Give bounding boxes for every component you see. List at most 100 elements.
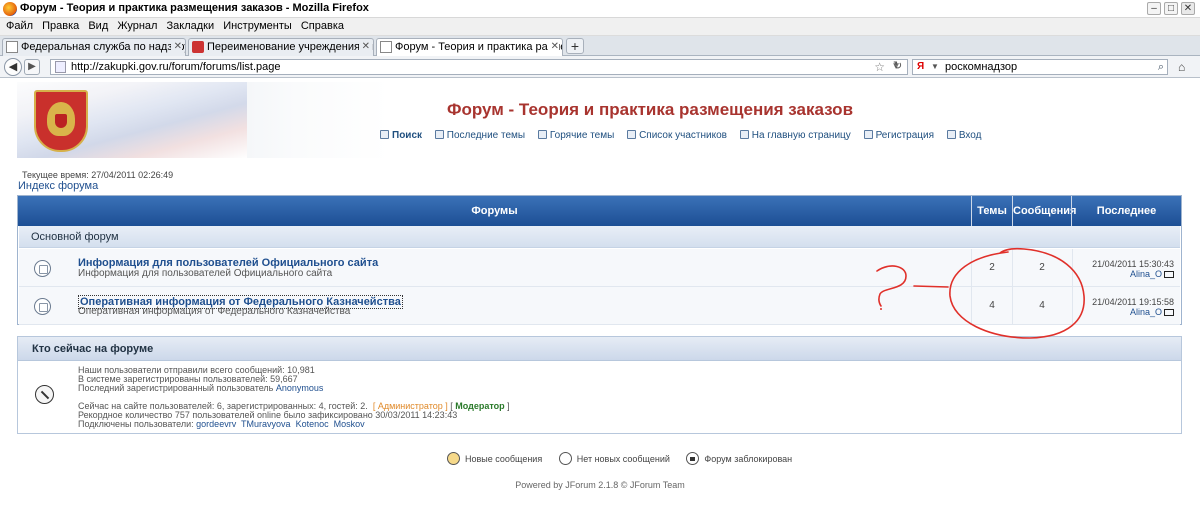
nav-hot[interactable]: Горячие темы (537, 130, 614, 141)
last-post-user[interactable]: Alina_O (1130, 307, 1162, 317)
menu-edit[interactable]: Правка (36, 18, 79, 32)
tab-rename[interactable]: Переименование учреждения и госзак... ✕ (188, 38, 374, 56)
home-page-icon (739, 130, 749, 139)
user-link[interactable]: Kotenoc (296, 419, 329, 429)
messages-count: 2 (1012, 249, 1071, 287)
shield-emblem (55, 114, 67, 128)
document-icon (6, 41, 18, 53)
table-row: Оперативная информация от Федерального К… (19, 287, 1180, 325)
tab-forum[interactable]: Форум - Теория и практика размещен... ✕ (376, 38, 563, 57)
moderator-label: Модератор (455, 401, 505, 411)
forum-description: Оперативная информация от Федерального К… (78, 306, 351, 317)
stat-connected-users: Подключены пользователи: gordeevrv TMura… (78, 419, 365, 429)
last-post: 21/04/2011 19:15:58 Alina_O (1072, 287, 1180, 325)
home-icon[interactable]: ⌂ (1178, 60, 1194, 75)
forum-index-link[interactable]: Индекс форума (18, 180, 98, 192)
user-link[interactable]: gordeevrv (196, 419, 236, 429)
forward-button[interactable]: ▶ (24, 59, 40, 75)
menu-bar: Файл Правка Вид Журнал Закладки Инструме… (0, 18, 1200, 36)
menu-file[interactable]: Файл (0, 18, 33, 32)
online-title: Кто сейчас на форуме (32, 343, 154, 355)
close-tab-icon[interactable]: ✕ (547, 39, 559, 55)
last-post: 21/04/2011 15:30:43 Alina_O (1072, 249, 1180, 287)
page-icon (55, 61, 66, 73)
login-icon (946, 130, 956, 139)
back-button[interactable]: ◀ (4, 58, 22, 76)
forum-legend: Новые сообщения Нет новых сообщений Фору… (447, 452, 806, 465)
menu-bookmarks[interactable]: Закладки (161, 18, 215, 32)
register-icon (863, 130, 873, 139)
topics-count: 2 (971, 249, 1012, 287)
topics-count: 4 (971, 287, 1012, 325)
menu-tools[interactable]: Инструменты (217, 18, 292, 32)
online-stats-icon (35, 385, 54, 404)
firefox-icon (3, 2, 17, 16)
table-header: Форумы Темы Сообщения Последнее сообщени… (18, 196, 1181, 247)
url-bar[interactable]: http://zakupki.gov.ru/forum/forums/list.… (50, 59, 908, 75)
menu-history[interactable]: Журнал (111, 18, 157, 32)
document-icon (380, 41, 392, 53)
no-new-messages-icon (558, 452, 572, 465)
search-icon[interactable]: ⌕ (1158, 60, 1164, 74)
nav-members[interactable]: Список участников (627, 130, 727, 141)
bookmark-star-icon[interactable]: ☆ (874, 60, 885, 74)
nav-recent[interactable]: Последние темы (434, 130, 525, 141)
last-post-date: 21/04/2011 15:30:43 (1092, 259, 1174, 269)
forums-table: Форумы Темы Сообщения Последнее сообщени… (17, 195, 1182, 325)
forum-title: Форум - Теория и практика размещения зак… (446, 100, 854, 119)
close-tab-icon[interactable]: ✕ (170, 39, 182, 55)
close-tab-icon[interactable]: ✕ (358, 39, 370, 55)
url-text: http://zakupki.gov.ru/forum/forums/list.… (71, 61, 281, 73)
user-link[interactable]: Moskov (334, 419, 365, 429)
reload-icon[interactable]: ↻ (893, 59, 907, 74)
minimize-icon[interactable]: – (1147, 2, 1161, 15)
who-is-online-panel: Кто сейчас на форуме Наши пользователи о… (17, 336, 1182, 434)
legend-locked: Форум заблокирован (686, 452, 792, 465)
engine-dropdown-icon[interactable]: ▼ (931, 60, 939, 74)
last-user-link[interactable]: Anonymous (276, 383, 324, 393)
recent-topics-icon (434, 130, 444, 139)
powered-by: Powered by JForum 2.1.8 © JForum Team (515, 480, 685, 490)
last-post-user[interactable]: Alina_O (1130, 269, 1162, 279)
category-row: Основной форум (19, 226, 1180, 248)
tab-rkn[interactable]: Федеральная служба по надзору в сф... ✕ (2, 38, 186, 56)
forum-description: Информация для пользователей Официальног… (78, 268, 333, 279)
nav-register[interactable]: Регистрация (863, 130, 934, 141)
nav-login[interactable]: Вход (946, 130, 981, 141)
online-header: Кто сейчас на форуме (18, 337, 1181, 361)
header-forums: Форумы (471, 205, 518, 217)
lock-icon (686, 452, 700, 465)
hot-topics-icon (537, 130, 547, 139)
last-post-date: 21/04/2011 19:15:58 (1092, 297, 1174, 307)
close-icon[interactable]: ✕ (1181, 2, 1195, 15)
nav-search[interactable]: Поиск (380, 130, 422, 141)
current-time: Текущее время: 27/04/2011 02:26:49 (22, 170, 174, 180)
goto-post-icon[interactable] (1164, 271, 1174, 278)
header-messages: Сообщения (1012, 196, 1076, 226)
header-topics: Темы (971, 196, 1012, 226)
forum-status-icon (34, 298, 51, 315)
tab-label: Федеральная служба по надзору в сф... (21, 41, 186, 53)
legend-new: Новые сообщения (447, 452, 542, 465)
goto-post-icon[interactable] (1164, 309, 1174, 316)
menu-help[interactable]: Справка (295, 18, 344, 32)
members-list-icon (627, 130, 637, 139)
new-tab-button[interactable]: + (566, 38, 584, 54)
forum-status-icon (34, 260, 51, 277)
user-link[interactable]: TMuravyova (241, 419, 291, 429)
yandex-icon: Я (917, 61, 929, 73)
search-input[interactable]: Я ▼ роскомнадзор ⌕ (912, 59, 1168, 75)
nav-home[interactable]: На главную страницу (739, 130, 851, 141)
legend-no-new: Нет новых сообщений (558, 452, 670, 465)
window-title: Форум - Теория и практика размещения зак… (20, 2, 369, 14)
maximize-icon[interactable]: □ (1164, 2, 1178, 15)
tab-bar: Федеральная служба по надзору в сф... ✕ … (0, 36, 1200, 57)
search-value: роскомнадзор (945, 61, 1018, 73)
tab-label: Форум - Теория и практика размещен... (395, 41, 562, 53)
menu-view[interactable]: Вид (82, 18, 108, 32)
forum-nav: Поиск Последние темы Горячие темы Список… (380, 130, 991, 141)
category-name[interactable]: Основной форум (31, 231, 119, 243)
gerb-icon (192, 41, 204, 53)
window-titlebar: Форум - Теория и практика размещения зак… (0, 0, 1200, 18)
table-row: Информация для пользователей Официальног… (19, 249, 1180, 287)
